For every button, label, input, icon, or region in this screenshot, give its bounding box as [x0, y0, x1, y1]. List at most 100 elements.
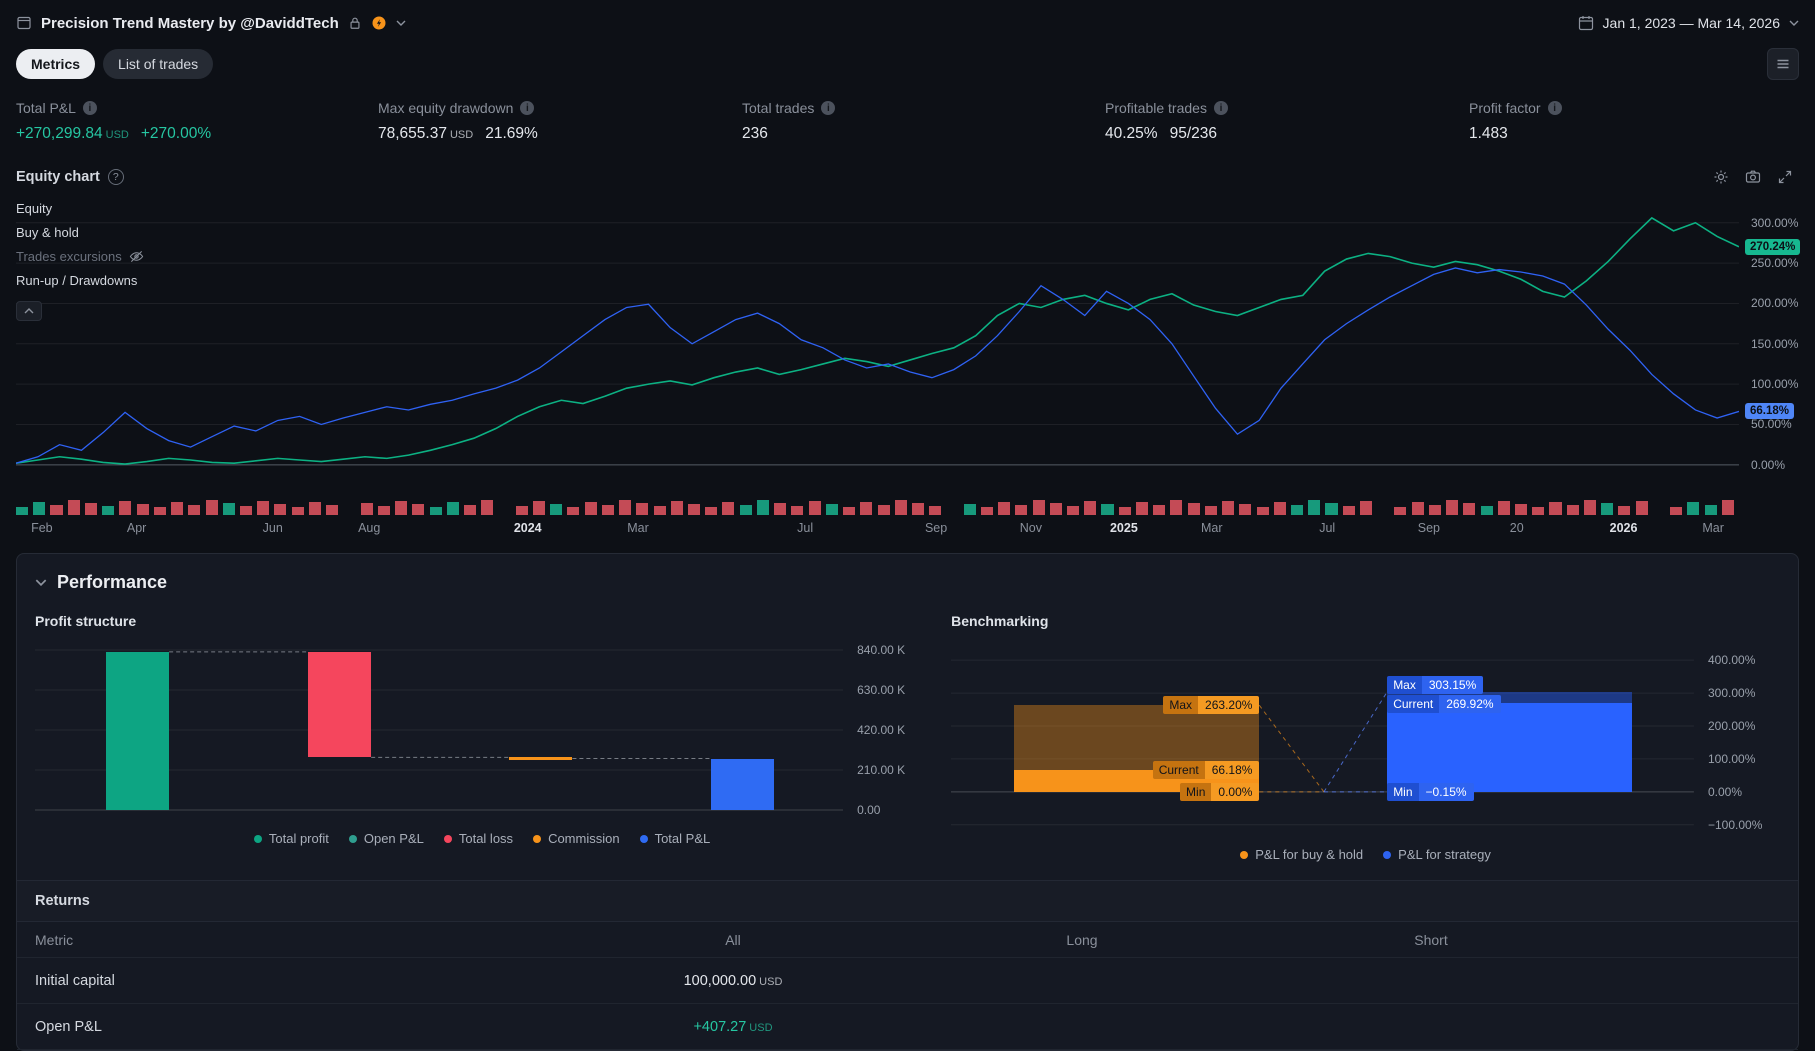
performance-header[interactable]: Performance [17, 554, 1798, 601]
legend-dot [533, 835, 541, 843]
trade-marker [1170, 500, 1182, 515]
info-icon[interactable]: i [1548, 101, 1562, 115]
chip-label: Min [1387, 783, 1418, 801]
legend-item-label: Buy & hold [16, 225, 79, 240]
y-tick-label: −100.00% [1708, 818, 1762, 832]
benchmark-strategy-current-chip: Current269.92% [1387, 695, 1500, 713]
benchmarking-yticks: 400.00%300.00%200.00%100.00%0.00%−100.00… [1694, 647, 1780, 833]
info-icon[interactable]: i [520, 101, 534, 115]
strategy-title-group[interactable]: Precision Trend Mastery by @DaviddTech [16, 15, 406, 32]
y-tick-label: 100.00% [1751, 377, 1798, 391]
legend-item-3[interactable]: Run-up / Drawdowns [16, 273, 144, 288]
trade-marker [567, 507, 579, 515]
x-tick-label: 20 [1510, 521, 1524, 535]
metric-extra: 95/236 [1170, 125, 1217, 143]
profit-structure-title: Profit structure [35, 613, 929, 629]
trade-marker [1119, 507, 1131, 515]
legend-item[interactable]: P&L for strategy [1383, 847, 1491, 862]
trade-marker [1325, 503, 1337, 515]
x-tick-label: 2025 [1110, 521, 1138, 535]
trade-marker [119, 501, 131, 515]
trade-marker [464, 505, 476, 515]
legend-item-label: Total loss [459, 831, 513, 846]
legend-item[interactable]: Open P&L [349, 831, 424, 846]
tabs-row: Metrics List of trades [0, 46, 1815, 90]
legend-item[interactable]: Total loss [444, 831, 513, 846]
maximize-button[interactable] [1771, 163, 1799, 191]
info-icon[interactable]: i [821, 101, 835, 115]
calendar-icon [1578, 15, 1594, 31]
legend-item-0[interactable]: Equity [16, 201, 144, 216]
trade-marker [1618, 506, 1630, 515]
equity-chart: 300.00%250.00%200.00%150.00%100.00%50.00… [0, 195, 1815, 537]
x-tick-label: Apr [127, 521, 146, 535]
trade-marker [619, 500, 631, 515]
trade-marker [1188, 503, 1200, 515]
trade-marker [654, 506, 666, 515]
tab-list-of-trades[interactable]: List of trades [103, 49, 213, 79]
returns-column-short: Short [1257, 932, 1606, 948]
trade-marker [1343, 506, 1355, 515]
x-tick-label: Nov [1020, 521, 1042, 535]
returns-column-long: Long [908, 932, 1257, 948]
trade-marker [550, 504, 562, 515]
legend-item-2[interactable]: Trades excursions [16, 249, 144, 264]
metric-value-main: 78,655.37USD [378, 125, 473, 143]
bar-total-pnl [711, 759, 774, 810]
metric-4: Profit factori1.483 [1469, 100, 1799, 143]
legend-item-1[interactable]: Buy & hold [16, 225, 144, 240]
metric-0: Total P&Li+270,299.84USD+270.00% [16, 100, 378, 143]
trade-marker [1394, 507, 1406, 515]
legend-collapse-button[interactable] [16, 301, 42, 321]
screenshot-button[interactable] [1739, 163, 1767, 191]
metric-label: Total tradesi [742, 100, 1105, 116]
trade-marker [223, 503, 235, 515]
trade-marker [516, 506, 528, 515]
returns-title: Returns [17, 881, 1798, 922]
legend-item[interactable]: Commission [533, 831, 620, 846]
returns-unit: USD [759, 976, 782, 988]
benchmarking-section: Benchmarking Max263.20%Current66.18%Min0… [951, 605, 1780, 862]
info-icon[interactable]: i [83, 101, 97, 115]
metric-label: Max equity drawdowni [378, 100, 742, 116]
chart-settings-button[interactable] [1707, 163, 1735, 191]
trade-marker [1481, 506, 1493, 515]
trade-marker [912, 503, 924, 515]
trade-marker [981, 507, 993, 515]
y-tick-label: 200.00% [1708, 719, 1755, 733]
y-tick-label: 250.00% [1751, 256, 1798, 270]
layout-menu-button[interactable] [1767, 48, 1799, 80]
strategy-badge-icon [371, 15, 387, 31]
help-icon[interactable]: ? [108, 169, 124, 185]
benchmark-buyhold-max-chip: Max263.20% [1163, 696, 1259, 714]
trade-marker [1360, 501, 1372, 515]
chip-label: Max [1387, 676, 1422, 694]
trade-marker [1584, 500, 1596, 515]
trade-marker [1498, 501, 1510, 515]
performance-charts-row: Profit structure 840.00 K630.00 K420.00 … [17, 601, 1798, 862]
gear-icon [1713, 169, 1729, 185]
returns-metric-label: Initial capital [35, 973, 559, 989]
trade-marker [395, 501, 407, 515]
trade-marker [740, 505, 752, 515]
x-tick-label: Jul [797, 521, 813, 535]
legend-item[interactable]: Total profit [254, 831, 329, 846]
metrics-row: Total P&Li+270,299.84USD+270.00%Max equi… [0, 90, 1815, 147]
trade-marker [102, 506, 114, 515]
tab-metrics[interactable]: Metrics [16, 49, 95, 79]
y-tick-label: 400.00% [1708, 653, 1755, 667]
benchmark-strategy-max-chip: Max303.15% [1387, 676, 1483, 694]
legend-item-label: P&L for strategy [1398, 847, 1491, 862]
legend-item[interactable]: Total P&L [640, 831, 711, 846]
trade-marker [1050, 503, 1062, 515]
info-icon[interactable]: i [1214, 101, 1228, 115]
date-range-picker[interactable]: Jan 1, 2023 — Mar 14, 2026 [1578, 15, 1799, 31]
legend-item-label: Commission [548, 831, 620, 846]
benchmarking-title: Benchmarking [951, 613, 1780, 629]
metric-label-text: Total P&L [16, 100, 76, 116]
trade-marker [1136, 502, 1148, 515]
legend-item[interactable]: P&L for buy & hold [1240, 847, 1363, 862]
trade-marker [1101, 504, 1113, 515]
strategy-title: Precision Trend Mastery by @DaviddTech [41, 15, 339, 32]
trade-marker [50, 505, 62, 515]
